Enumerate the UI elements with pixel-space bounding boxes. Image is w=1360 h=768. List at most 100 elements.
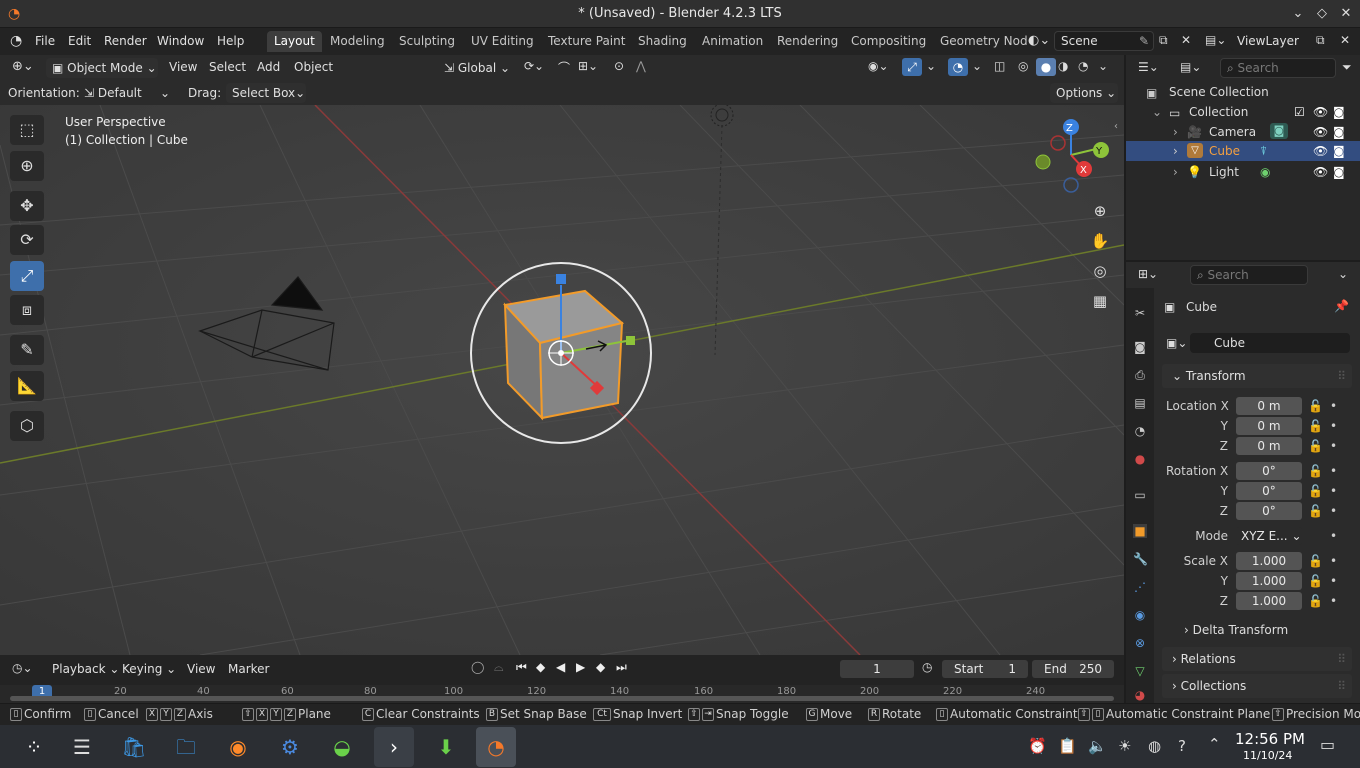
ortho-grid-icon[interactable]: ▦ (1088, 289, 1112, 313)
snap-target-icon[interactable]: ⊞⌄ (578, 59, 598, 73)
tab-shading[interactable]: Shading (631, 31, 694, 52)
timeline-scrollbar[interactable] (10, 696, 1114, 701)
physics-tab-icon[interactable]: ◉ (1133, 608, 1147, 622)
blender-menu-icon[interactable]: ◔ (10, 33, 22, 49)
add-cube-tool[interactable]: ⬡ (10, 411, 44, 441)
keyframe-dot-icon[interactable]: • (1330, 529, 1337, 543)
camera-data-icon[interactable]: ◙ (1270, 123, 1288, 139)
zoom-icon[interactable]: ⊕ (1088, 199, 1112, 223)
light-data-icon[interactable]: ◉ (1260, 165, 1270, 179)
view-layer-field[interactable]: ViewLayer (1230, 31, 1314, 51)
snap-icon[interactable]: ⌒ (558, 59, 570, 76)
play-reverse-icon[interactable]: ◀ (556, 660, 565, 674)
scene-tab-icon[interactable]: ◔ (1133, 424, 1147, 438)
menu-file[interactable]: File (35, 34, 55, 48)
lock-icon[interactable]: 🔓 (1308, 399, 1323, 413)
tab-modeling[interactable]: Modeling (323, 31, 392, 52)
scene-selector-icon[interactable]: ◐⌄ (1028, 33, 1050, 48)
lock-icon[interactable]: 🔓 (1308, 574, 1323, 588)
tab-texture-paint[interactable]: Texture Paint (541, 31, 632, 52)
keyframe-dot-icon[interactable]: • (1330, 484, 1337, 498)
new-view-layer-icon[interactable]: ⧉ (1316, 33, 1325, 48)
rotation-x-field[interactable]: 0° (1236, 462, 1302, 480)
rendered-shading-icon[interactable]: ◔ (1078, 59, 1088, 73)
start-frame-field[interactable]: Start 1 (942, 660, 1028, 678)
object-data-selector-icon[interactable]: ▣⌄ (1166, 336, 1187, 350)
annotate-tool[interactable]: ✎ (10, 335, 44, 365)
lock-icon[interactable]: 🔓 (1308, 554, 1323, 568)
remove-scene-icon[interactable]: ✕ (1181, 33, 1191, 47)
maximize-button[interactable]: ◇ (1312, 4, 1332, 24)
jump-keyframe-back-icon[interactable]: ◆ (536, 660, 545, 674)
expand-chevron-icon[interactable]: › (1173, 125, 1178, 139)
notifications-icon[interactable]: ⏰ (1028, 737, 1047, 755)
xray-toggle-icon[interactable]: ◫ (994, 59, 1005, 73)
menu-render[interactable]: Render (104, 34, 147, 48)
3d-viewport[interactable]: Z Y X User Perspective (1) Collection | … (0, 105, 1124, 655)
pin-icon[interactable]: ✎ (1139, 32, 1149, 50)
keying-dropdown[interactable]: Keying ⌄ (116, 659, 178, 679)
menu-select[interactable]: Select (209, 60, 246, 74)
eye-icon[interactable]: 👁 (1313, 105, 1328, 119)
eye-icon[interactable]: 👁 (1313, 125, 1328, 139)
view-layer-icon[interactable]: ▤⌄ (1205, 33, 1226, 47)
lock-icon[interactable]: 🔓 (1308, 594, 1323, 608)
keyframe-dot-icon[interactable]: • (1330, 419, 1337, 433)
scale-tool[interactable]: ⤢ (10, 261, 44, 291)
move-tool[interactable]: ✥ (10, 191, 44, 221)
overlay-toggle-icon[interactable]: ◔ (948, 58, 968, 76)
gizmo-dropdown-icon[interactable]: ⌄ (926, 59, 936, 73)
tray-expand-icon[interactable]: ⌃ (1208, 735, 1221, 753)
clipboard-icon[interactable]: 📋 (1058, 737, 1077, 755)
lock-icon[interactable]: 🔓 (1308, 439, 1323, 453)
outliner-editor-type-icon[interactable]: ☰⌄ (1138, 60, 1159, 74)
pan-hand-icon[interactable]: ✋ (1088, 229, 1112, 253)
auto-keying-icon[interactable]: ◯ (471, 660, 484, 674)
outliner-row-cube[interactable]: › ▽ Cube ⍒ 👁 ◙ (1126, 141, 1360, 161)
blender-taskbar-icon[interactable]: ◔ (476, 727, 516, 767)
location-x-field[interactable]: 0 m (1236, 397, 1302, 415)
frame-ruler[interactable]: 1 20 40 60 80 100 120 140 160 180 200 22… (0, 685, 1124, 703)
timeline-editor-type-icon[interactable]: ◷⌄ (12, 661, 33, 675)
scale-z-field[interactable]: 1.000 (1236, 592, 1302, 610)
tab-rendering[interactable]: Rendering (770, 31, 845, 52)
sidebar-toggle-icon[interactable]: ‹ (1114, 121, 1118, 132)
drag-dropdown[interactable]: Select Box⌄ (226, 83, 306, 103)
keyframe-dot-icon[interactable]: • (1330, 504, 1337, 518)
download-manager-icon[interactable]: ⬇ (426, 727, 466, 767)
menu-edit[interactable]: Edit (68, 34, 91, 48)
drag-handle-icon[interactable]: ⠿ (1337, 364, 1346, 388)
properties-search-input[interactable]: ⌕ Search (1190, 265, 1308, 285)
pin-icon[interactable]: 📌 (1334, 299, 1349, 313)
orientation-dropdown[interactable]: ⇲ Default ⌄ (78, 83, 174, 103)
network-icon[interactable]: ◍ (1148, 737, 1161, 755)
drag-handle-icon[interactable]: ⠿ (1337, 647, 1346, 671)
drag-handle-icon[interactable]: ⠿ (1337, 674, 1346, 698)
help-icon[interactable]: ? (1178, 737, 1186, 755)
tab-compositing[interactable]: Compositing (844, 31, 933, 52)
lock-icon[interactable]: 🔓 (1308, 419, 1323, 433)
play-icon[interactable]: ▶ (576, 660, 585, 674)
particles-tab-icon[interactable]: ⋰ (1133, 580, 1147, 594)
expand-chevron-icon[interactable]: › (1173, 165, 1178, 179)
gizmo-toggle-icon[interactable]: ⤢ (902, 58, 922, 76)
clock-date[interactable]: 11/10/24 (1243, 749, 1292, 762)
select-box-tool[interactable]: ⬚ (10, 115, 44, 145)
rotation-y-field[interactable]: 0° (1236, 482, 1302, 500)
display-mode-icon[interactable]: ▤⌄ (1180, 60, 1201, 74)
timeline-view-menu[interactable]: View (187, 662, 215, 676)
outliner-collection[interactable]: Collection (1189, 105, 1248, 119)
camera-view-icon[interactable]: ◎ (1088, 259, 1112, 283)
keyframe-dot-icon[interactable]: • (1330, 399, 1337, 413)
filter-icon[interactable]: ⏷ (1342, 60, 1352, 75)
collapse-chevron-icon[interactable]: ⌄ (1152, 105, 1162, 119)
properties-editor-type-icon[interactable]: ⊞⌄ (1138, 267, 1158, 281)
visibility-icon[interactable]: ◉⌄ (868, 59, 889, 73)
proportional-editing-icon[interactable]: ⊙ (614, 59, 624, 73)
app-launcher-icon[interactable]: ⁘ (14, 727, 54, 767)
playback-dropdown[interactable]: Playback ⌄ (46, 659, 119, 679)
pivot-point-icon[interactable]: ⟳⌄ (524, 59, 544, 73)
keying-set-icon[interactable]: ⌓ (494, 660, 504, 675)
collection-checkbox-icon[interactable]: ☑ (1294, 105, 1305, 119)
object-tab-icon[interactable]: ■ (1133, 524, 1147, 538)
